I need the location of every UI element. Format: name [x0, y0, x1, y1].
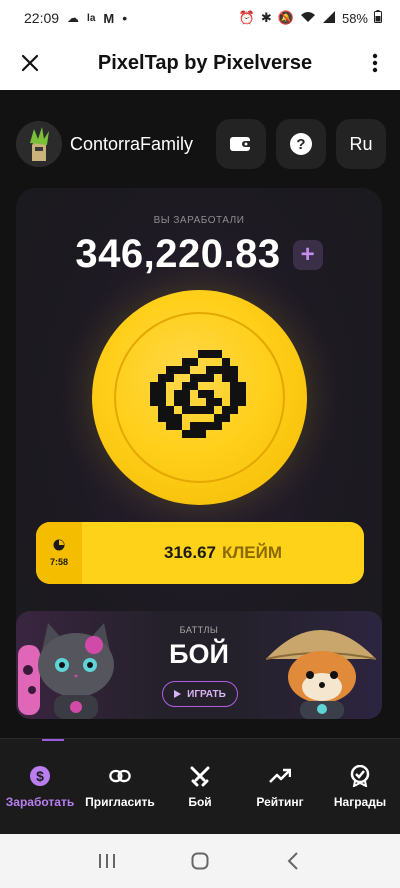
main-content: ContorraFamily ? Ru ВЫ ЗАРАБОТАЛИ 346,22…: [0, 90, 400, 738]
wifi-icon: [300, 11, 316, 26]
earn-label: ВЫ ЗАРАБОТАЛИ: [153, 215, 245, 226]
help-button[interactable]: ?: [276, 119, 326, 169]
username: ContorraFamily: [70, 133, 194, 154]
nav-invite-label: Пригласить: [85, 794, 155, 809]
close-button[interactable]: [0, 36, 60, 90]
nav-earn[interactable]: $ Заработать: [0, 739, 80, 834]
signal-icon: [322, 10, 336, 26]
battery-icon: [374, 10, 382, 26]
mail-icon: M: [103, 10, 115, 26]
link-icon: [109, 765, 131, 787]
trending-up-icon: [269, 765, 291, 787]
home-button[interactable]: [180, 841, 220, 881]
battery-text: 58%: [341, 10, 368, 26]
nav-battle-label: Бой: [188, 794, 212, 809]
svg-text:$: $: [36, 768, 44, 784]
avatar[interactable]: [16, 121, 62, 167]
dot-icon: •: [122, 10, 128, 26]
play-icon: [174, 690, 182, 698]
recent-apps-button[interactable]: [87, 841, 127, 881]
pixelverse-logo-icon: [150, 350, 246, 438]
home-icon: [191, 852, 209, 870]
claim-button[interactable]: 7:58 316.67 КЛЕЙМ: [36, 522, 364, 584]
recent-apps-icon: [98, 854, 115, 868]
page-title: PixelTap by Pixelverse: [97, 51, 313, 74]
more-vertical-icon: [372, 53, 378, 73]
balance-value: 346,220.83: [75, 232, 281, 276]
cloud-icon: ☁: [67, 11, 80, 25]
bottom-nav: $ Заработать Пригласить Бой Рейтинг Нагр…: [0, 738, 400, 834]
play-label: ИГРАТЬ: [187, 688, 226, 700]
status-time: 22:09: [24, 10, 60, 26]
nav-earn-label: Заработать: [5, 794, 75, 809]
timer-box: 7:58: [36, 522, 82, 584]
wallet-button[interactable]: [216, 119, 266, 169]
play-button[interactable]: ИГРАТЬ: [162, 681, 238, 707]
swords-icon: [189, 765, 211, 787]
nav-battle[interactable]: Бой: [160, 739, 240, 834]
close-icon: [21, 54, 39, 72]
mute-icon: 🔕: [277, 10, 294, 25]
timer-icon: [53, 539, 65, 551]
system-nav-bar: [0, 834, 400, 888]
active-tab-indicator: [42, 739, 64, 741]
question-icon: ?: [290, 133, 312, 155]
user-row: ContorraFamily ? Ru: [16, 118, 386, 170]
back-button[interactable]: [273, 841, 313, 881]
badge-icon: [349, 764, 371, 787]
nav-rating[interactable]: Рейтинг: [240, 739, 320, 834]
nav-rewards[interactable]: Награды: [320, 739, 400, 834]
tap-coin[interactable]: [92, 290, 307, 505]
add-balance-button[interactable]: +: [292, 239, 323, 270]
wallet-icon: [230, 137, 252, 151]
claim-amount: 316.67: [163, 543, 216, 562]
claim-text: 316.67 КЛЕЙМ: [82, 543, 364, 563]
battle-banner[interactable]: БАТТЛЫ БОЙ ИГРАТЬ: [16, 611, 382, 719]
app-header: PixelTap by Pixelverse: [0, 36, 400, 90]
language-button[interactable]: Ru: [336, 119, 386, 169]
balance-row: 346,220.83 +: [16, 232, 382, 277]
svg-text:?: ?: [296, 136, 305, 153]
back-icon: [287, 852, 299, 870]
status-bar: 22:09 ☁ la M • ⏰ ✱ 🔕 58%: [0, 0, 400, 36]
nav-invite[interactable]: Пригласить: [80, 739, 160, 834]
app-icon: la: [87, 12, 96, 24]
fox-character-icon: [265, 630, 377, 719]
nav-rating-label: Рейтинг: [256, 794, 304, 809]
alarm-icon: ⏰: [238, 10, 255, 25]
dollar-icon: $: [29, 765, 51, 787]
timer-text: 7:58: [49, 557, 68, 567]
more-menu-button[interactable]: [350, 36, 400, 90]
claim-label: КЛЕЙМ: [221, 543, 283, 562]
nav-rewards-label: Награды: [333, 794, 387, 809]
bluetooth-icon: ✱: [260, 10, 272, 25]
